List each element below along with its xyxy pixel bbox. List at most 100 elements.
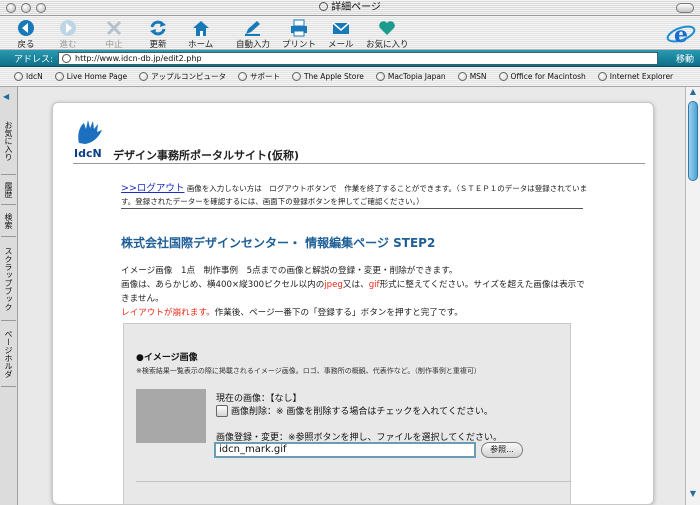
forward-label: 進む xyxy=(59,40,77,50)
favorite-item-live-home-page[interactable]: Live Home Page xyxy=(54,72,128,81)
favorite-icon xyxy=(237,72,247,81)
print-button[interactable]: プリント xyxy=(282,19,316,50)
favorite-label: Live Home Page xyxy=(66,72,128,81)
favorite-icon xyxy=(597,72,607,81)
favorite-label: IdcN xyxy=(26,72,43,81)
favorite-icon xyxy=(139,72,149,81)
refresh-label: 更新 xyxy=(149,40,167,50)
favorite-item-apple-store[interactable]: The Apple Store xyxy=(291,72,364,81)
window-controls xyxy=(6,3,46,13)
tab-favorites[interactable]: お気に入り xyxy=(1,107,16,175)
favorite-item-msn[interactable]: MSN xyxy=(457,72,487,81)
site-title: デザイン事務所ポータルサイト(仮称) xyxy=(113,149,300,162)
scroll-down-arrow-icon[interactable]: ▼ xyxy=(688,489,698,501)
scroll-up-arrow-icon[interactable]: ▲ xyxy=(688,87,698,99)
mail-envelope-icon xyxy=(332,22,350,34)
vertical-scrollbar[interactable]: ▲ ▼ xyxy=(685,87,700,505)
header-divider xyxy=(73,163,645,164)
intro-text-segment: 画像は、あらかじめ、横400×縦300ピクセル以内の xyxy=(121,280,325,290)
page-icon xyxy=(319,2,329,11)
back-arrow-icon xyxy=(18,20,34,36)
gif-highlight: gif xyxy=(368,280,380,290)
forward-arrow-icon xyxy=(60,20,76,36)
toolbar-toggle-button[interactable] xyxy=(676,3,694,13)
favorite-item-mactopia[interactable]: MacTopia Japan xyxy=(375,72,446,81)
intro-line-1: イメージ画像 1点 制作事例 5点までの画像と解説の登録・変更・削除ができます。 xyxy=(121,266,458,276)
favorite-item-apple-computer[interactable]: アップルコンピュータ xyxy=(139,71,226,82)
svg-text:e: e xyxy=(674,22,688,48)
intro-text-segment: 作業後、ページ一番下の「登録する」ボタンを押すと完了です。 xyxy=(214,308,463,318)
printer-icon xyxy=(291,19,307,37)
forward-button[interactable]: 進む xyxy=(58,19,78,50)
browser-toolbar: 戻る 進む 中止 更新 ホーム 自動入力 プリント メール お気に入り e xyxy=(0,16,700,50)
logout-notice: >>ログアウト 画像を入力しない方は ログアウトボタンで 作業を終了することがで… xyxy=(121,182,591,208)
favorite-label: Internet Explorer xyxy=(609,72,674,81)
mail-label: メール xyxy=(328,40,354,50)
logout-link[interactable]: >>ログアウト xyxy=(121,183,184,194)
web-page: IdcN デザイン事務所ポータルサイト(仮称) >>ログアウト 画像を入力しない… xyxy=(52,102,654,505)
intro-line-3: レイアウトが崩れます。作業後、ページ一番下の「登録する」ボタンを押すと完了です。 xyxy=(121,306,593,320)
favorite-icon xyxy=(498,72,508,81)
favorites-bar: IdcN Live Home Page アップルコンピュータ サポート The … xyxy=(0,67,700,87)
intro-line-2: 画像は、あらかじめ、横400×縦300ピクセル以内のjpeg又は、gif形式に整… xyxy=(121,278,593,306)
favorite-label: MacTopia Japan xyxy=(387,72,446,81)
favorites-button[interactable]: お気に入り xyxy=(366,19,409,50)
scroll-thumb[interactable] xyxy=(688,101,698,181)
zoom-window-button[interactable] xyxy=(36,3,46,13)
delete-image-row: 画像削除：※ 画像を削除する場合はチェックを入れてください。 xyxy=(216,404,493,417)
tab-page-holder[interactable]: ページホルダ xyxy=(1,321,16,387)
explorer-bar-tabs: ◀ お気に入り 履歴 検索 スクラップブック ページホルダ xyxy=(0,87,18,505)
autofill-pen-icon xyxy=(245,21,260,36)
back-button[interactable]: 戻る xyxy=(16,19,36,50)
collapse-arrow-icon[interactable]: ◀ xyxy=(3,92,9,101)
stop-button[interactable]: 中止 xyxy=(104,19,124,50)
browse-button[interactable]: 参照... xyxy=(481,442,523,458)
address-label: アドレス: xyxy=(14,55,54,65)
file-path-input[interactable]: idcn_mark.gif xyxy=(214,442,476,458)
page-title: 株式会社国際デザインセンター・ 情報編集ページ STEP2 xyxy=(121,236,436,250)
favorite-item-internet-explorer[interactable]: Internet Explorer xyxy=(597,72,674,81)
stop-icon xyxy=(106,20,122,36)
favorite-label: The Apple Store xyxy=(303,72,364,81)
delete-image-checkbox[interactable] xyxy=(216,404,228,417)
autofill-button[interactable]: 自動入力 xyxy=(236,19,270,50)
favorite-item-support[interactable]: サポート xyxy=(237,71,280,82)
image-form-panel: ●イメージ画像 ※検索結果一覧表示の際に掲載されるイメージ画像。ロゴ、事務所の概… xyxy=(123,323,571,504)
image-section-heading: ●イメージ画像 xyxy=(136,353,198,363)
print-label: プリント xyxy=(282,40,317,50)
favorite-label: Office for Macintosh xyxy=(510,72,586,81)
home-label: ホーム xyxy=(188,40,214,50)
autofill-label: 自動入力 xyxy=(236,40,271,50)
favorite-icon xyxy=(291,72,301,81)
stop-label: 中止 xyxy=(105,40,123,50)
url-input[interactable]: http://www.idcn-db.jp/edit2.php xyxy=(58,52,658,65)
image-section-note: ※検索結果一覧表示の際に掲載されるイメージ画像。ロゴ、事務所の概観、代表作など。… xyxy=(136,367,481,375)
favorite-icon xyxy=(457,72,467,81)
delete-image-label: 画像削除：※ 画像を削除する場合はチェックを入れてください。 xyxy=(231,407,493,417)
close-window-button[interactable] xyxy=(6,3,16,13)
intro-text: イメージ画像 1点 制作事例 5点までの画像と解説の登録・変更・削除ができます。… xyxy=(121,264,593,320)
tab-search[interactable]: 検索 xyxy=(1,205,16,237)
logo-text: IdcN xyxy=(74,147,102,160)
favorites-heart-icon xyxy=(379,21,396,35)
minimize-window-button[interactable] xyxy=(21,3,31,13)
page-globe-icon xyxy=(62,54,71,63)
current-image-text: 現在の画像：【なし】 xyxy=(216,394,302,404)
logout-description: 画像を入力しない方は ログアウトボタンで 作業を終了することができます。（ＳＴＥ… xyxy=(121,184,588,206)
home-button[interactable]: ホーム xyxy=(188,19,213,50)
favorite-item-idcn[interactable]: IdcN xyxy=(14,72,43,81)
favorite-item-office-mac[interactable]: Office for Macintosh xyxy=(498,72,586,81)
refresh-button[interactable]: 更新 xyxy=(148,19,168,50)
back-label: 戻る xyxy=(17,40,35,50)
go-button[interactable]: 移動 xyxy=(676,52,694,65)
jpeg-highlight: jpeg xyxy=(324,280,343,290)
tab-history[interactable]: 履歴 xyxy=(1,175,16,205)
favorite-icon xyxy=(14,72,23,81)
favorite-label: MSN xyxy=(469,72,487,81)
favorite-icon xyxy=(54,72,64,81)
logout-divider xyxy=(121,208,583,209)
mail-button[interactable]: メール xyxy=(328,19,354,50)
favorite-label: サポート xyxy=(249,72,280,81)
tab-scrapbook[interactable]: スクラップブック xyxy=(1,237,16,321)
favorite-icon xyxy=(375,72,385,81)
